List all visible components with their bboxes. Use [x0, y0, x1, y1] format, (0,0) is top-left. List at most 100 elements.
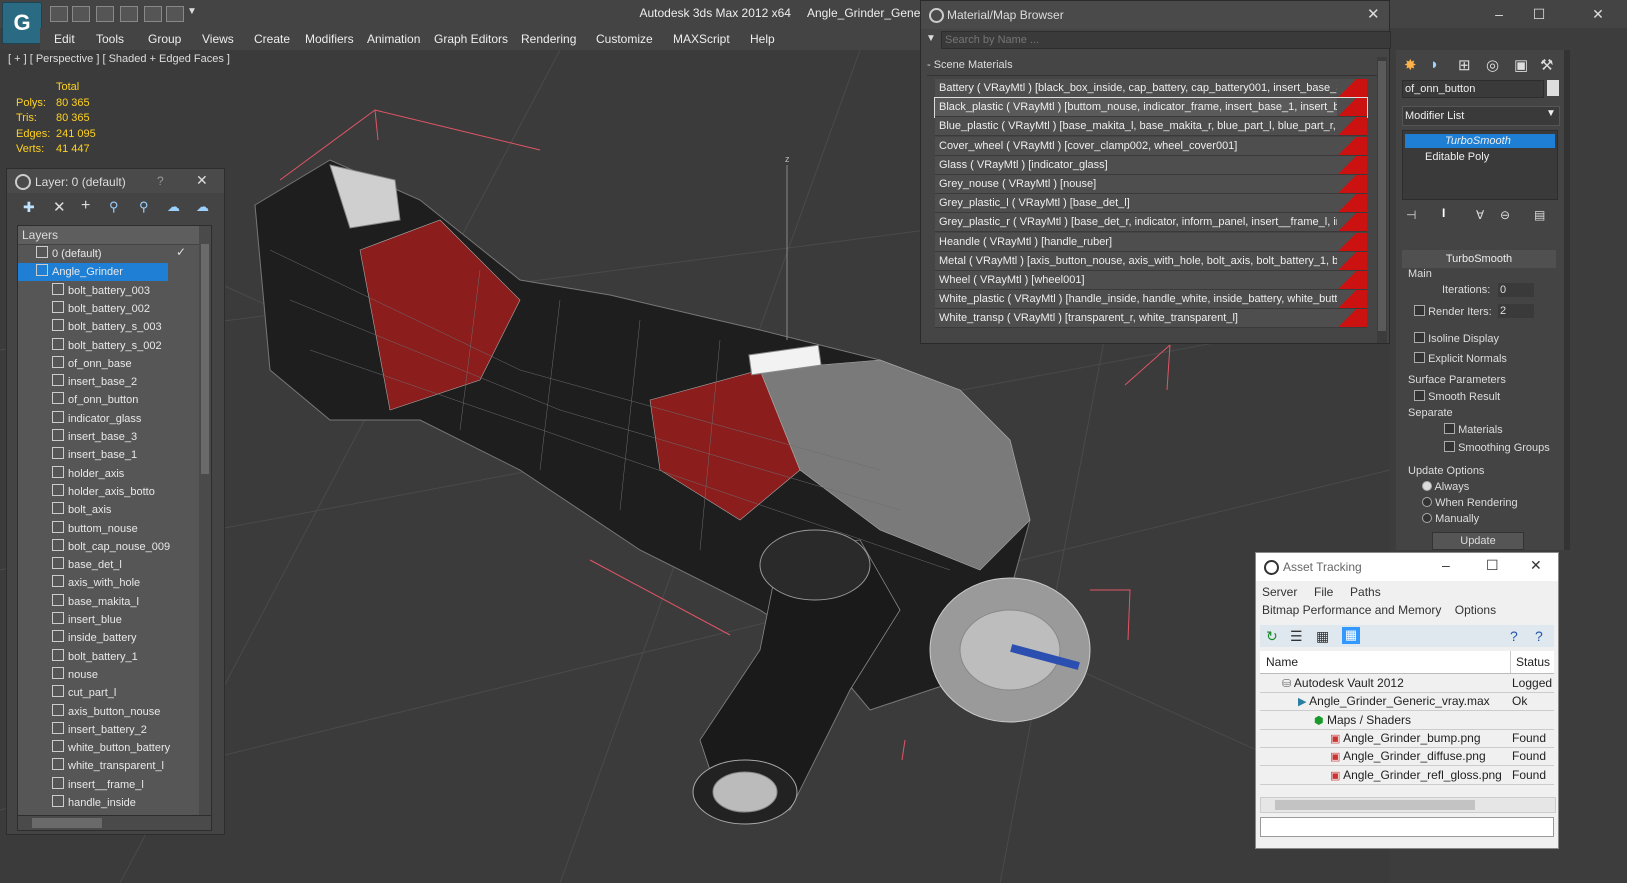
- command-panel-scrollbar[interactable]: [1564, 50, 1570, 550]
- render-iters-spinner[interactable]: 2: [1498, 304, 1534, 318]
- freeze-all-layers-icon[interactable]: ☁: [196, 199, 209, 215]
- menu-animation[interactable]: Animation: [367, 32, 420, 46]
- viewport-label[interactable]: [ + ] [ Perspective ] [ Shaded + Edged F…: [8, 53, 230, 65]
- layer-object-item[interactable]: holder_axis_botto: [18, 483, 211, 501]
- update-button[interactable]: Update: [1432, 532, 1524, 550]
- layer-object-item[interactable]: white_transparent_l: [18, 757, 211, 775]
- layer-object-item[interactable]: of_onn_base: [18, 355, 211, 373]
- stack-item-editable-poly[interactable]: Editable Poly: [1405, 150, 1555, 164]
- material-scroll-thumb[interactable]: [1378, 61, 1386, 331]
- configure-modifier-sets-icon[interactable]: ▤: [1534, 208, 1545, 222]
- browser-options-dropdown-icon[interactable]: ▼: [923, 30, 939, 48]
- help-icon[interactable]: ?: [1510, 628, 1518, 644]
- layer-scroll-thumb[interactable]: [201, 244, 209, 474]
- layer-scrollbar[interactable]: [199, 226, 211, 816]
- asset-row[interactable]: ▶ Angle_Grinder_Generic_vray.max Ok: [1260, 692, 1554, 712]
- material-item[interactable]: Grey_plastic_r ( VRayMtl ) [base_det_r, …: [935, 213, 1367, 233]
- asset-h-scrollbar[interactable]: [1260, 797, 1556, 813]
- current-layer-check-icon[interactable]: ✓: [176, 245, 186, 259]
- material-item[interactable]: Grey_plastic_l ( VRayMtl ) [base_det_l]: [935, 194, 1367, 214]
- layer-object-item[interactable]: bolt_battery_s_003: [18, 318, 211, 336]
- modify-tab-icon[interactable]: ◗: [1430, 56, 1439, 73]
- layer-object-item[interactable]: axis_with_hole: [18, 574, 211, 592]
- material-item[interactable]: Cover_wheel ( VRayMtl ) [cover_clamp002,…: [935, 136, 1367, 156]
- close-window-icon[interactable]: ✕: [1580, 4, 1616, 24]
- hide-all-layers-icon[interactable]: ☁: [167, 199, 180, 215]
- menu-maxscript[interactable]: MAXScript: [673, 32, 730, 46]
- quick-access-dropdown-icon[interactable]: ▼: [187, 6, 197, 17]
- material-item[interactable]: Battery ( VRayMtl ) [black_box_inside, c…: [935, 79, 1367, 98]
- material-item[interactable]: Heandle ( VRayMtl ) [handle_ruber]: [935, 232, 1367, 252]
- remove-modifier-icon[interactable]: ⊖: [1500, 208, 1510, 222]
- close-icon[interactable]: ✕: [1530, 557, 1542, 574]
- object-name-field[interactable]: of_onn_button: [1402, 80, 1544, 98]
- layer-object-item[interactable]: holder_axis: [18, 465, 211, 483]
- material-item[interactable]: White_transp ( VRayMtl ) [transparent_r,…: [935, 309, 1367, 329]
- highlight-layer-icon[interactable]: ⚲: [139, 199, 149, 215]
- menu-graph-editors[interactable]: Graph Editors: [434, 32, 508, 46]
- layer-object-item[interactable]: insert_base_2: [18, 373, 211, 391]
- material-item[interactable]: White_plastic ( VRayMtl ) [handle_inside…: [935, 290, 1367, 310]
- close-icon[interactable]: ✕: [196, 172, 208, 189]
- menu-create[interactable]: Create: [254, 32, 290, 46]
- layer-object-item[interactable]: insert_battery_2: [18, 721, 211, 739]
- isoline-checkbox[interactable]: [1414, 332, 1425, 343]
- layer-object-item[interactable]: insert_base_3: [18, 428, 211, 446]
- new-file-icon[interactable]: [50, 6, 68, 22]
- menu-file[interactable]: File: [1314, 585, 1333, 599]
- layer-object-item[interactable]: base_det_l: [18, 556, 211, 574]
- motion-tab-icon[interactable]: ◎: [1486, 56, 1499, 74]
- name-column-header[interactable]: Name: [1266, 655, 1298, 669]
- table-view-icon[interactable]: ▦: [1342, 627, 1360, 644]
- asset-h-scroll-thumb[interactable]: [1275, 800, 1475, 810]
- explicit-normals-checkbox[interactable]: [1414, 352, 1425, 363]
- when-rendering-radio[interactable]: [1422, 497, 1432, 507]
- material-item[interactable]: Glass ( VRayMtl ) [indicator_glass]: [935, 155, 1367, 175]
- status-column-header[interactable]: Status: [1516, 655, 1550, 669]
- close-icon[interactable]: ✕: [1367, 5, 1380, 23]
- asset-row[interactable]: ▣ Angle_Grinder_refl_gloss.png Found: [1260, 766, 1554, 785]
- save-file-icon[interactable]: [96, 6, 114, 22]
- pin-stack-icon[interactable]: ⊣: [1406, 208, 1416, 222]
- object-color-swatch[interactable]: [1547, 80, 1559, 96]
- material-scrollbar[interactable]: [1377, 57, 1387, 343]
- minimize-icon[interactable]: –: [1481, 4, 1517, 24]
- asset-row[interactable]: ▣ Angle_Grinder_diffuse.png Found: [1260, 747, 1554, 767]
- material-item[interactable]: Wheel ( VRayMtl ) [wheel001]: [935, 271, 1367, 290]
- always-radio[interactable]: [1422, 481, 1432, 491]
- layer-object-item[interactable]: indicator_glass: [18, 410, 211, 428]
- help-icon[interactable]: ?: [157, 174, 164, 188]
- hierarchy-tab-icon[interactable]: ⊞: [1458, 56, 1471, 74]
- layer-object-item[interactable]: buttom_nouse: [18, 520, 211, 538]
- manually-radio[interactable]: [1422, 513, 1432, 523]
- new-layer-icon[interactable]: ✚: [23, 199, 35, 216]
- menu-options[interactable]: Options: [1455, 603, 1496, 617]
- asset-tracking-titlebar[interactable]: Asset Tracking – ☐ ✕: [1256, 553, 1558, 581]
- material-browser-titlebar[interactable]: Material/Map Browser ✕: [921, 1, 1389, 29]
- asset-path-field[interactable]: [1260, 817, 1554, 837]
- layer-h-scrollbar[interactable]: [17, 815, 212, 831]
- search-by-name-input[interactable]: [941, 31, 1391, 49]
- layer-object-item[interactable]: bolt_axis: [18, 501, 211, 519]
- delete-layer-icon[interactable]: ✕: [53, 198, 66, 216]
- layer-object-item[interactable]: cut_part_l: [18, 684, 211, 702]
- column-divider[interactable]: [1510, 651, 1511, 673]
- menu-bitmap-performance[interactable]: Bitmap Performance and Memory: [1262, 603, 1441, 617]
- menu-customize[interactable]: Customize: [596, 32, 653, 46]
- layer-object-item[interactable]: bolt_battery_s_002: [18, 337, 211, 355]
- menu-help[interactable]: Help: [750, 32, 775, 46]
- layer-object-item[interactable]: insert__frame_l: [18, 776, 211, 794]
- smoothing-groups-checkbox[interactable]: [1444, 441, 1455, 452]
- asset-row[interactable]: ⛁ Autodesk Vault 2012 Logged: [1260, 674, 1554, 693]
- show-end-result-icon[interactable]: I: [1442, 206, 1445, 220]
- layer-object-item[interactable]: bolt_cap_nouse_009: [18, 538, 211, 556]
- layer-object-item[interactable]: nouse: [18, 666, 211, 684]
- project-folder-icon[interactable]: [166, 6, 184, 22]
- layer-object-item[interactable]: of_onn_button: [18, 391, 211, 409]
- refresh-icon[interactable]: ↻: [1266, 628, 1278, 645]
- maximize-icon[interactable]: ☐: [1521, 4, 1557, 24]
- layer-tree[interactable]: Layers 0 (default) ✓ Angle_Grinder bolt_bat…: [17, 225, 212, 817]
- layer-object-item[interactable]: axis_button_nouse: [18, 703, 211, 721]
- select-objects-icon[interactable]: ⚲: [109, 199, 119, 215]
- menu-edit[interactable]: Edit: [54, 32, 75, 46]
